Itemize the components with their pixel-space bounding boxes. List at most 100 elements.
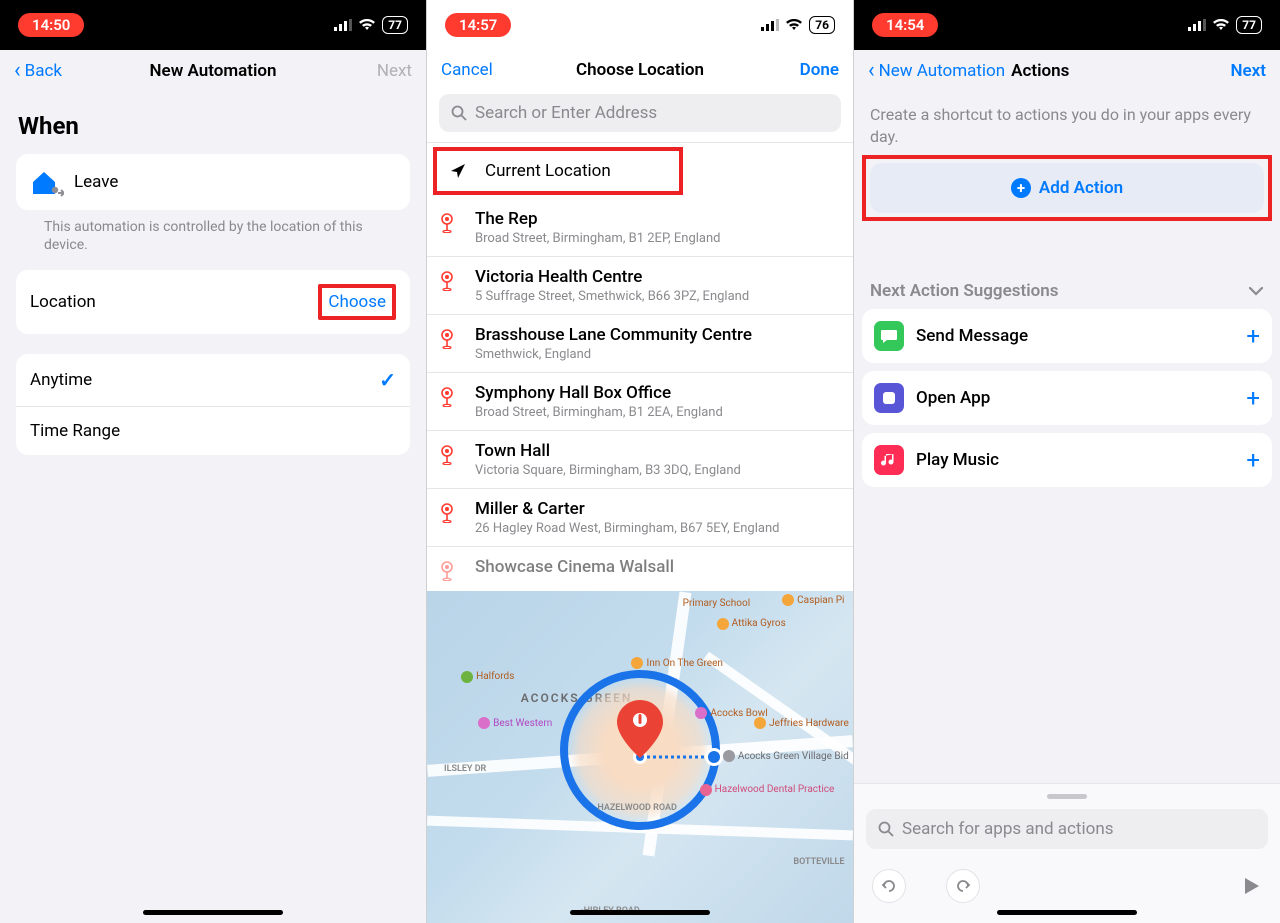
time-card: Anytime ✓ Time Range	[16, 354, 410, 455]
suggestions-header[interactable]: Next Action Suggestions	[854, 239, 1280, 309]
radius-handle[interactable]	[705, 748, 723, 766]
location-item[interactable]: Town HallVictoria Square, Birmingham, B3…	[427, 431, 853, 489]
status-bar: 14:54 77	[854, 0, 1280, 50]
pin-icon	[439, 503, 459, 523]
poi: Best Western	[478, 717, 552, 729]
poi: Acocks Green Village Bid	[723, 750, 849, 762]
location-name: Showcase Cinema Walsall	[475, 557, 674, 577]
status-time: 14:57	[445, 13, 511, 37]
status-bar: 14:57 76	[427, 0, 853, 50]
bottom-search-placeholder: Search for apps and actions	[902, 819, 1114, 839]
house-leave-icon	[30, 168, 62, 196]
chevron-left-icon: ‹	[14, 60, 21, 82]
location-name: The Rep	[475, 209, 720, 229]
map[interactable]: ACOCKS GREEN Primary School Caspian Pi A…	[427, 591, 853, 923]
battery-icon: 77	[382, 16, 408, 34]
cancel-button[interactable]: Cancel	[441, 60, 521, 80]
poi: Inn On The Green	[631, 657, 722, 669]
undo-button[interactable]	[872, 869, 906, 903]
location-item[interactable]: Victoria Health Centre5 Suffrage Street,…	[427, 257, 853, 315]
location-row[interactable]: Location Choose	[16, 270, 410, 334]
back-button[interactable]: ‹ Back	[14, 60, 94, 82]
location-caption: This automation is controlled by the loc…	[16, 210, 410, 270]
location-address: Broad Street, Birmingham, B1 2EA, Englan…	[475, 405, 723, 420]
location-item[interactable]: Symphony Hall Box OfficeBroad Street, Bi…	[427, 373, 853, 431]
anytime-label: Anytime	[30, 370, 92, 390]
next-button[interactable]: Next	[332, 61, 412, 81]
done-button[interactable]: Done	[759, 60, 839, 80]
location-item[interactable]: Brasshouse Lane Community CentreSmethwic…	[427, 315, 853, 373]
back-label: New Automation	[879, 61, 1006, 81]
current-location-label[interactable]: Current Location	[485, 161, 611, 181]
location-name: Victoria Health Centre	[475, 267, 749, 287]
choose-button[interactable]: Choose	[328, 292, 386, 312]
location-item[interactable]: Showcase Cinema Walsall	[427, 547, 853, 591]
next-button[interactable]: Next	[1186, 61, 1266, 81]
battery-icon: 76	[809, 16, 835, 34]
poi: Attika Gyros	[717, 618, 786, 630]
bottom-sheet: Search for apps and actions	[854, 783, 1280, 923]
location-name: Town Hall	[475, 441, 741, 461]
suggestions-header-label: Next Action Suggestions	[870, 281, 1058, 301]
openapp-icon	[874, 383, 904, 413]
body: Search or Enter Address Current Location…	[427, 90, 853, 923]
pin-icon	[439, 329, 459, 349]
pin-icon	[439, 213, 459, 233]
phone-new-automation: 14:50 77 ‹ Back New Automation Next When	[0, 0, 426, 923]
back-label: Back	[25, 61, 62, 81]
timerange-label: Time Range	[30, 421, 120, 441]
pin-icon	[439, 445, 459, 465]
anytime-row[interactable]: Anytime ✓	[16, 354, 410, 407]
home-indicator[interactable]	[997, 910, 1137, 915]
add-action-button[interactable]: + Add Action	[870, 163, 1264, 213]
location-item[interactable]: Miller & Carter26 Hagley Road West, Birm…	[427, 489, 853, 547]
bottom-search-input[interactable]: Search for apps and actions	[866, 809, 1268, 849]
suggestion-row[interactable]: Open App+	[862, 371, 1272, 425]
road-label: BOTTEVILLE	[793, 857, 844, 867]
map-pin-icon[interactable]	[617, 700, 663, 760]
location-card: Location Choose	[16, 270, 410, 334]
page-title: Choose Location	[521, 60, 759, 80]
status-icons: 77	[1188, 16, 1262, 34]
suggestion-label: Play Music	[916, 450, 1234, 470]
status-icons: 76	[761, 16, 835, 34]
location-name: Brasshouse Lane Community Centre	[475, 325, 752, 345]
body: When Leave This automation is controlled…	[0, 92, 426, 923]
status-bar: 14:50 77	[0, 0, 426, 50]
search-input[interactable]: Search or Enter Address	[439, 94, 841, 132]
add-suggestion-button[interactable]: +	[1246, 322, 1260, 350]
suggestion-row[interactable]: Send Message+	[862, 309, 1272, 363]
road-label: HAZELWOOD ROAD	[597, 803, 676, 813]
message-icon	[874, 321, 904, 351]
pin-icon	[439, 271, 459, 291]
play-button[interactable]	[1240, 875, 1262, 897]
back-button[interactable]: ‹ New Automation	[868, 60, 1005, 82]
status-time: 14:54	[872, 13, 938, 37]
timerange-row[interactable]: Time Range	[16, 407, 410, 455]
home-indicator[interactable]	[570, 910, 710, 915]
add-suggestion-button[interactable]: +	[1246, 446, 1260, 474]
signal-icon	[1188, 19, 1206, 31]
wifi-icon	[1212, 19, 1230, 31]
suggestions-list: Send Message+ Open App+ Play Music +	[854, 309, 1280, 495]
bottom-controls	[866, 863, 1268, 909]
suggestion-row[interactable]: Play Music +	[862, 433, 1272, 487]
poi: Caspian Pi	[782, 594, 844, 606]
location-name: Miller & Carter	[475, 499, 779, 519]
add-action-highlight: + Add Action	[862, 155, 1272, 221]
location-address: Broad Street, Birmingham, B1 2EP, Englan…	[475, 231, 720, 246]
search-icon	[451, 105, 467, 121]
leave-row[interactable]: Leave	[16, 154, 410, 210]
location-item[interactable]: The Rep Broad Street, Birmingham, B1 2EP,…	[427, 199, 853, 257]
home-indicator[interactable]	[143, 910, 283, 915]
phone-choose-location: 14:57 76 Cancel Choose Location Done Sea…	[426, 0, 853, 923]
redo-button[interactable]	[946, 869, 980, 903]
when-heading: When	[18, 112, 410, 140]
search-icon	[878, 821, 894, 837]
current-location-highlight: Current Location	[433, 147, 683, 195]
add-suggestion-button[interactable]: +	[1246, 384, 1260, 412]
grabber[interactable]	[1047, 794, 1087, 799]
status-time: 14:50	[18, 13, 84, 37]
location-label: Location	[30, 292, 96, 312]
music-icon	[874, 445, 904, 475]
